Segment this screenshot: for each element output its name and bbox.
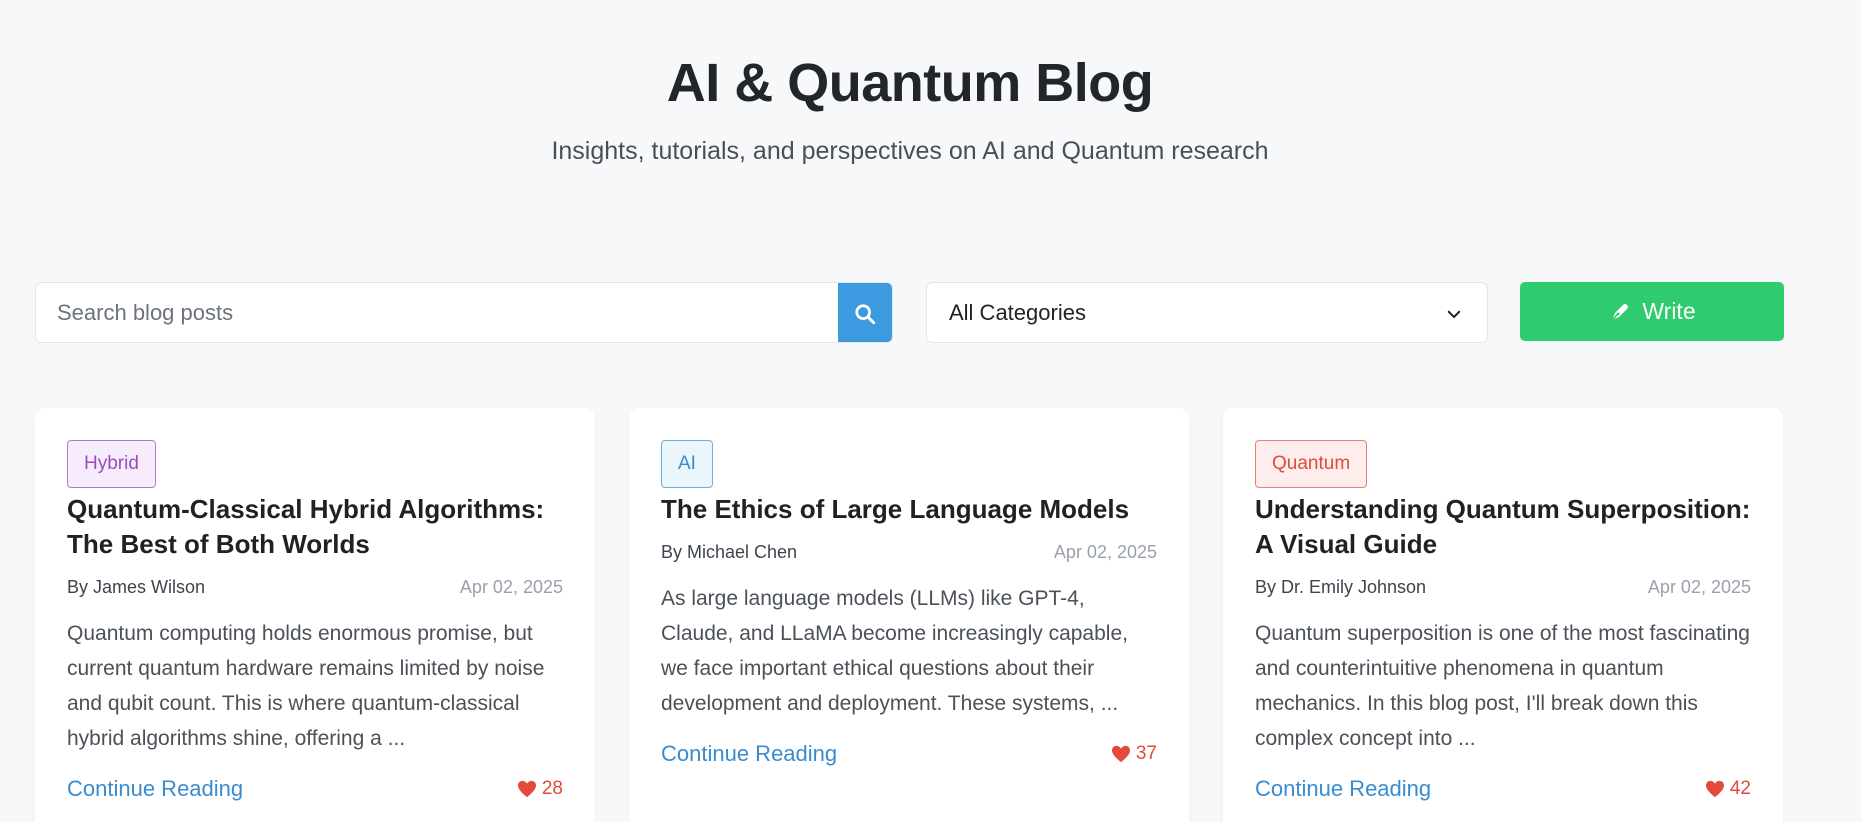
post-card: AI The Ethics of Large Language Models B…	[629, 408, 1189, 822]
heart-icon	[1111, 745, 1130, 763]
continue-reading-link[interactable]: Continue Reading	[67, 776, 243, 802]
category-select[interactable]: All Categories	[926, 282, 1488, 343]
search-bar	[35, 282, 893, 343]
blog-page: AI & Quantum Blog Insights, tutorials, a…	[0, 0, 1861, 822]
post-excerpt: As large language models (LLMs) like GPT…	[661, 587, 1128, 715]
heart-icon	[517, 780, 536, 798]
search-input[interactable]	[36, 283, 840, 342]
category-badge[interactable]: Quantum	[1255, 440, 1368, 488]
toolbar: All Categories Write	[35, 282, 1785, 344]
category-badge[interactable]: Hybrid	[67, 440, 156, 488]
pen-icon	[1611, 303, 1629, 321]
post-card: Quantum Understanding Quantum Superposit…	[1223, 408, 1783, 822]
post-date: Apr 02, 2025	[459, 577, 563, 597]
chevron-down-icon	[1447, 310, 1461, 318]
like-count: 37	[1135, 743, 1157, 764]
post-date: Apr 02, 2025	[1053, 542, 1157, 562]
continue-reading-link[interactable]: Continue Reading	[661, 741, 837, 767]
page-title: AI & Quantum Blog	[666, 53, 1154, 113]
post-author: By Dr. Emily Johnson	[1255, 577, 1427, 597]
post-author: By Michael Chen	[661, 542, 798, 562]
post-title[interactable]: Understanding Quantum Superposition: A V…	[1255, 492, 1751, 562]
post-title[interactable]: Quantum-Classical Hybrid Algorithms: The…	[67, 492, 563, 562]
like-button[interactable]: 28	[517, 778, 563, 800]
post-author: By James Wilson	[67, 577, 206, 597]
post-excerpt: Quantum computing holds enormous promise…	[67, 622, 545, 750]
category-badge[interactable]: AI	[661, 440, 713, 488]
like-button[interactable]: 42	[1705, 778, 1751, 800]
post-title[interactable]: The Ethics of Large Language Models	[661, 492, 1157, 527]
category-select-value: All Categories	[949, 299, 1086, 325]
write-button[interactable]: Write	[1520, 282, 1784, 341]
post-excerpt: Quantum superposition is one of the most…	[1255, 622, 1750, 750]
page-subtitle: Insights, tutorials, and perspectives on…	[551, 137, 1269, 165]
continue-reading-link[interactable]: Continue Reading	[1255, 776, 1431, 802]
like-count: 28	[541, 778, 563, 799]
search-icon	[855, 303, 876, 324]
search-button[interactable]	[838, 283, 892, 342]
heart-icon	[1705, 780, 1724, 798]
like-count: 42	[1729, 778, 1751, 799]
post-date: Apr 02, 2025	[1647, 577, 1751, 597]
post-card: Hybrid Quantum-Classical Hybrid Algorith…	[35, 408, 595, 822]
like-button[interactable]: 37	[1111, 743, 1157, 765]
write-button-label: Write	[1642, 298, 1696, 324]
